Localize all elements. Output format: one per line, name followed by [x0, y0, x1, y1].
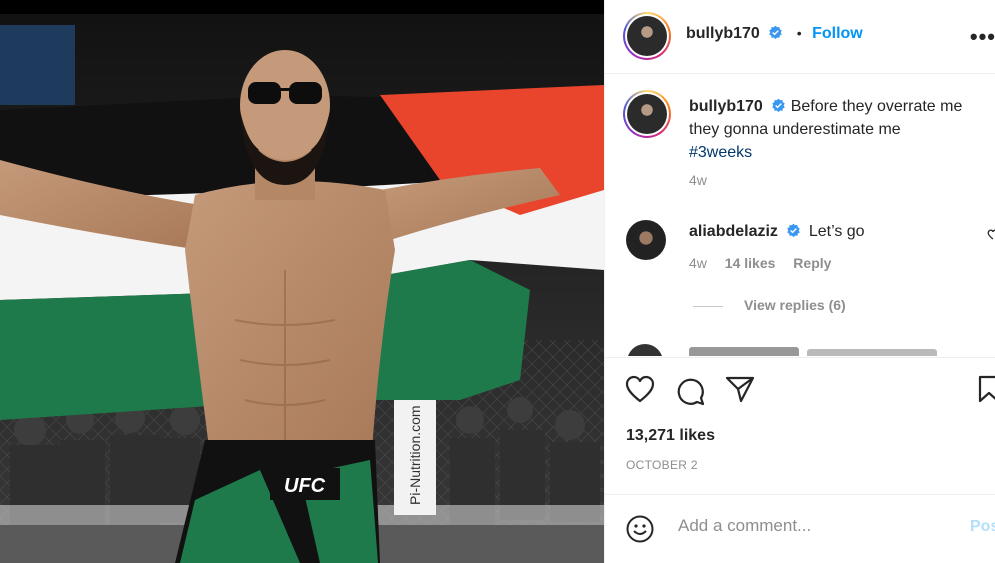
- caption-timestamp[interactable]: 4w: [689, 172, 707, 188]
- comment-like-heart-icon[interactable]: [987, 229, 995, 243]
- comment-text: Let’s go: [808, 223, 865, 240]
- comment-timestamp[interactable]: 4w: [689, 255, 707, 271]
- banner-text: Pi-Nutrition.com: [407, 405, 423, 505]
- shorts-logo: UFC: [284, 475, 326, 497]
- verified-badge-icon: [772, 98, 786, 113]
- comment-meta: 4w 14 likes Reply: [689, 255, 831, 271]
- author-username[interactable]: bullyb170: [686, 25, 760, 42]
- verified-badge-icon: [787, 223, 801, 238]
- comment-reply-button[interactable]: Reply: [793, 255, 831, 271]
- comment-input[interactable]: [676, 515, 960, 537]
- like-heart-icon[interactable]: [625, 375, 655, 403]
- commenter-username[interactable]: aliabdelaziz: [689, 223, 778, 240]
- post-photo[interactable]: Pi-Nutrition.com UFC: [0, 0, 604, 563]
- share-send-icon[interactable]: [725, 375, 755, 403]
- add-comment-bar: Post: [605, 494, 995, 563]
- comment-icon[interactable]: [676, 376, 706, 406]
- emoji-smiley-icon[interactable]: [625, 514, 655, 544]
- replies-divider: [693, 306, 723, 307]
- next-comment-partial: [627, 344, 987, 356]
- author-avatar[interactable]: [623, 12, 671, 60]
- follow-button[interactable]: Follow: [812, 25, 863, 42]
- caption-username[interactable]: bullyb170: [689, 98, 763, 115]
- comment-likes-count[interactable]: 14 likes: [725, 255, 776, 271]
- post-image: Pi-Nutrition.com UFC: [0, 0, 604, 563]
- caption-hashtag-link[interactable]: #3weeks: [689, 144, 752, 161]
- save-bookmark-icon[interactable]: [978, 375, 995, 403]
- verified-badge-icon: [769, 25, 783, 40]
- header-separator: •: [796, 25, 802, 41]
- view-replies-button[interactable]: View replies (6): [744, 297, 846, 313]
- post-caption: bullyb170 Before they overrate me they g…: [689, 95, 989, 164]
- header-user-row: bullyb170 • Follow: [686, 25, 863, 43]
- commenter-avatar[interactable]: [626, 220, 666, 260]
- likes-count[interactable]: 13,271 likes: [626, 427, 715, 445]
- comment-row: aliabdelaziz Let’s go: [689, 223, 865, 241]
- post-comment-button[interactable]: Post: [970, 518, 995, 536]
- post-header: bullyb170 • Follow •••: [605, 0, 995, 74]
- more-options-icon[interactable]: •••: [970, 24, 995, 50]
- caption-author-avatar[interactable]: [623, 90, 671, 138]
- post-side-panel: bullyb170 • Follow ••• bullyb170 Before …: [604, 0, 995, 563]
- post-date[interactable]: OCTOBER 2: [626, 458, 698, 472]
